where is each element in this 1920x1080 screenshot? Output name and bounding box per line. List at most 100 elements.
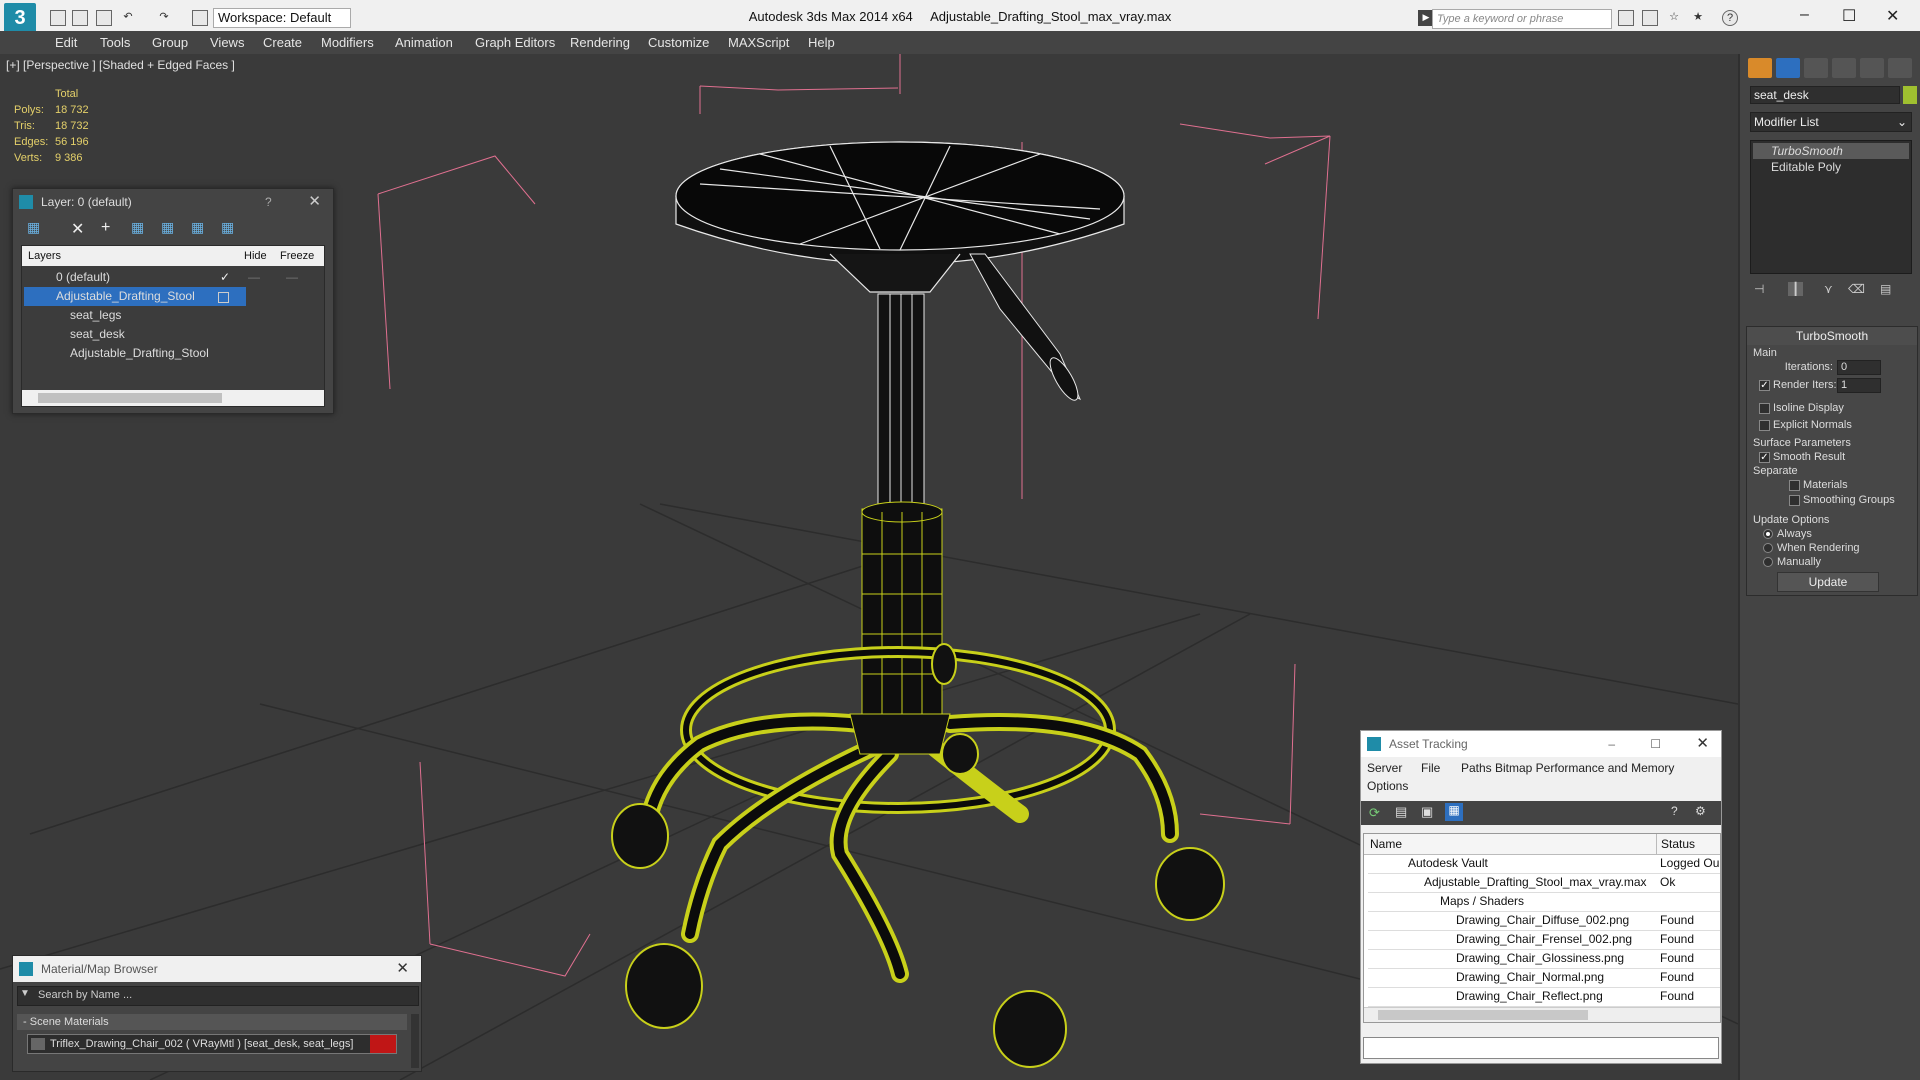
layer-delete-icon[interactable]: ✕ bbox=[71, 219, 89, 239]
hierarchy-tab-icon[interactable] bbox=[1804, 58, 1828, 78]
search-options-icon[interactable]: ▼ bbox=[20, 988, 30, 999]
col-layers[interactable]: Layers bbox=[28, 246, 61, 266]
asset-menu-bitmap[interactable]: Bitmap Performance and Memory bbox=[1495, 761, 1674, 775]
layer-hide-all-icon[interactable]: ▦ bbox=[191, 219, 209, 236]
close-icon[interactable]: ✕ bbox=[1696, 731, 1709, 757]
col-freeze[interactable]: Freeze bbox=[280, 246, 314, 266]
asset-row[interactable]: Maps / Shaders bbox=[1368, 892, 1720, 912]
hide-toggle[interactable]: — bbox=[248, 268, 260, 287]
scene-materials-group[interactable]: - Scene Materials bbox=[17, 1014, 407, 1030]
asset-row[interactable]: Autodesk Vault Logged Ou bbox=[1368, 854, 1720, 874]
make-unique-icon[interactable]: ⋎ bbox=[1824, 282, 1833, 296]
when-rendering-radio[interactable] bbox=[1763, 543, 1773, 553]
asset-help-icon[interactable]: ? bbox=[1671, 804, 1678, 818]
asset-tracking-title[interactable]: Asset Tracking – ☐ ✕ bbox=[1361, 731, 1721, 757]
isoline-checkbox[interactable] bbox=[1759, 403, 1770, 414]
menu-maxscript[interactable]: MAXScript bbox=[728, 35, 789, 50]
asset-menu-file[interactable]: File bbox=[1421, 761, 1440, 775]
layer-highlight-icon[interactable]: ▦ bbox=[161, 219, 179, 236]
viewport-label[interactable]: [+] [Perspective ] [Shaded + Edged Faces… bbox=[6, 58, 235, 72]
remove-modifier-icon[interactable]: ⌫ bbox=[1848, 282, 1865, 296]
communication-icon[interactable]: ☆ bbox=[1666, 10, 1682, 26]
menu-group[interactable]: Group bbox=[152, 35, 188, 50]
object-name-field[interactable]: seat_desk bbox=[1750, 86, 1900, 104]
close-button[interactable]: ✕ bbox=[1886, 6, 1899, 26]
materials-checkbox[interactable] bbox=[1789, 480, 1800, 491]
asset-menu-options[interactable]: Options bbox=[1367, 779, 1408, 793]
scrollbar-thumb[interactable] bbox=[38, 393, 222, 403]
utilities-tab-icon[interactable] bbox=[1888, 58, 1912, 78]
manually-radio[interactable] bbox=[1763, 557, 1773, 567]
explicit-normals-checkbox[interactable] bbox=[1759, 420, 1770, 431]
asset-row[interactable]: Drawing_Chair_Reflect.png Found bbox=[1368, 987, 1720, 1007]
maximize-button[interactable]: ☐ bbox=[1842, 6, 1856, 26]
asset-settings-icon[interactable]: ⚙ bbox=[1695, 804, 1706, 818]
subscription-icon[interactable] bbox=[1642, 10, 1658, 26]
close-icon[interactable]: ✕ bbox=[308, 189, 321, 215]
freeze-toggle[interactable]: — bbox=[286, 268, 298, 287]
rollout-title[interactable]: TurboSmooth bbox=[1747, 327, 1917, 345]
object-color-swatch[interactable] bbox=[1903, 86, 1917, 104]
layer-object-row[interactable]: seat_desk bbox=[24, 325, 322, 344]
asset-row[interactable]: Drawing_Chair_Frensel_002.png Found bbox=[1368, 930, 1720, 950]
col-hide[interactable]: Hide bbox=[244, 246, 267, 266]
update-button[interactable]: Update bbox=[1777, 572, 1879, 592]
modify-tab-icon[interactable] bbox=[1776, 58, 1800, 78]
menu-graph-editors[interactable]: Graph Editors bbox=[475, 35, 555, 50]
layer-object-row[interactable]: seat_legs bbox=[24, 306, 322, 325]
show-end-result-icon[interactable]: ┃ bbox=[1788, 282, 1804, 296]
menu-tools[interactable]: Tools bbox=[100, 35, 130, 50]
material-item[interactable]: Triflex_Drawing_Chair_002 ( VRayMtl ) [s… bbox=[27, 1034, 397, 1054]
asset-hscrollbar[interactable] bbox=[1364, 1007, 1720, 1022]
search-input[interactable]: Type a keyword or phrase bbox=[1432, 9, 1612, 29]
menu-edit[interactable]: Edit bbox=[55, 35, 77, 50]
material-vscrollbar[interactable] bbox=[411, 1014, 419, 1068]
active-layer-checkmark[interactable]: ✓ bbox=[220, 268, 230, 287]
layer-select-icon[interactable]: ▦ bbox=[131, 219, 149, 236]
pin-stack-icon[interactable]: ⊣ bbox=[1754, 282, 1764, 296]
layer-help-icon[interactable]: ? bbox=[265, 189, 272, 215]
motion-tab-icon[interactable] bbox=[1832, 58, 1856, 78]
configure-sets-icon[interactable]: ▤ bbox=[1880, 282, 1891, 296]
menu-rendering[interactable]: Rendering bbox=[570, 35, 630, 50]
minimize-button[interactable]: – bbox=[1608, 731, 1615, 757]
display-tab-icon[interactable] bbox=[1860, 58, 1884, 78]
asset-row[interactable]: Drawing_Chair_Diffuse_002.png Found bbox=[1368, 911, 1720, 931]
material-search-input[interactable]: ▼ Search by Name ... bbox=[17, 986, 419, 1006]
material-browser-title[interactable]: Material/Map Browser ✕ bbox=[13, 956, 421, 982]
layer-row-selected[interactable]: Adjustable_Drafting_Stool bbox=[24, 287, 246, 306]
modifier-list-dropdown[interactable]: Modifier List ⌄ bbox=[1750, 112, 1912, 132]
asset-row[interactable]: Drawing_Chair_Glossiness.png Found bbox=[1368, 949, 1720, 969]
render-iters-spinner[interactable]: 1 bbox=[1837, 378, 1881, 393]
layer-row[interactable]: 0 (default) ✓ — — bbox=[24, 268, 322, 287]
smooth-result-checkbox[interactable]: ✓ bbox=[1759, 452, 1770, 463]
thumbnail-view-icon[interactable]: ▣ bbox=[1421, 804, 1433, 820]
collapse-icon[interactable]: - bbox=[23, 1016, 30, 1028]
menu-customize[interactable]: Customize bbox=[648, 35, 709, 50]
always-radio[interactable] bbox=[1763, 529, 1773, 539]
smoothing-groups-checkbox[interactable] bbox=[1789, 495, 1800, 506]
create-tab-icon[interactable] bbox=[1748, 58, 1772, 78]
list-view-icon[interactable]: ▤ bbox=[1395, 804, 1407, 820]
refresh-icon[interactable]: ⟳ bbox=[1369, 805, 1380, 821]
layer-object-row[interactable]: Adjustable_Drafting_Stool bbox=[24, 344, 322, 363]
active-layer-checkbox[interactable] bbox=[218, 292, 229, 303]
binoculars-icon[interactable] bbox=[1618, 10, 1634, 26]
table-view-icon[interactable]: ▦ bbox=[1445, 803, 1463, 821]
stack-item-editable-poly[interactable]: Editable Poly bbox=[1753, 159, 1909, 175]
asset-menu-paths[interactable]: Paths bbox=[1461, 761, 1492, 775]
asset-row[interactable]: Drawing_Chair_Normal.png Found bbox=[1368, 968, 1720, 988]
layer-add-icon[interactable]: + bbox=[101, 219, 119, 237]
col-status[interactable]: Status bbox=[1656, 834, 1695, 854]
iterations-spinner[interactable]: 0 bbox=[1837, 360, 1881, 375]
layer-freeze-all-icon[interactable]: ▦ bbox=[221, 219, 239, 236]
asset-row[interactable]: Adjustable_Drafting_Stool_max_vray.max Ok bbox=[1368, 873, 1720, 893]
menu-help[interactable]: Help bbox=[808, 35, 835, 50]
layer-panel-title[interactable]: Layer: 0 (default) ? ✕ bbox=[13, 189, 333, 215]
minimize-button[interactable]: – bbox=[1800, 6, 1809, 24]
scrollbar-thumb[interactable] bbox=[1378, 1010, 1588, 1020]
favorites-icon[interactable]: ★ bbox=[1690, 10, 1706, 26]
maximize-button[interactable]: ☐ bbox=[1650, 731, 1661, 757]
col-name[interactable]: Name bbox=[1370, 834, 1402, 854]
close-icon[interactable]: ✕ bbox=[396, 956, 409, 982]
